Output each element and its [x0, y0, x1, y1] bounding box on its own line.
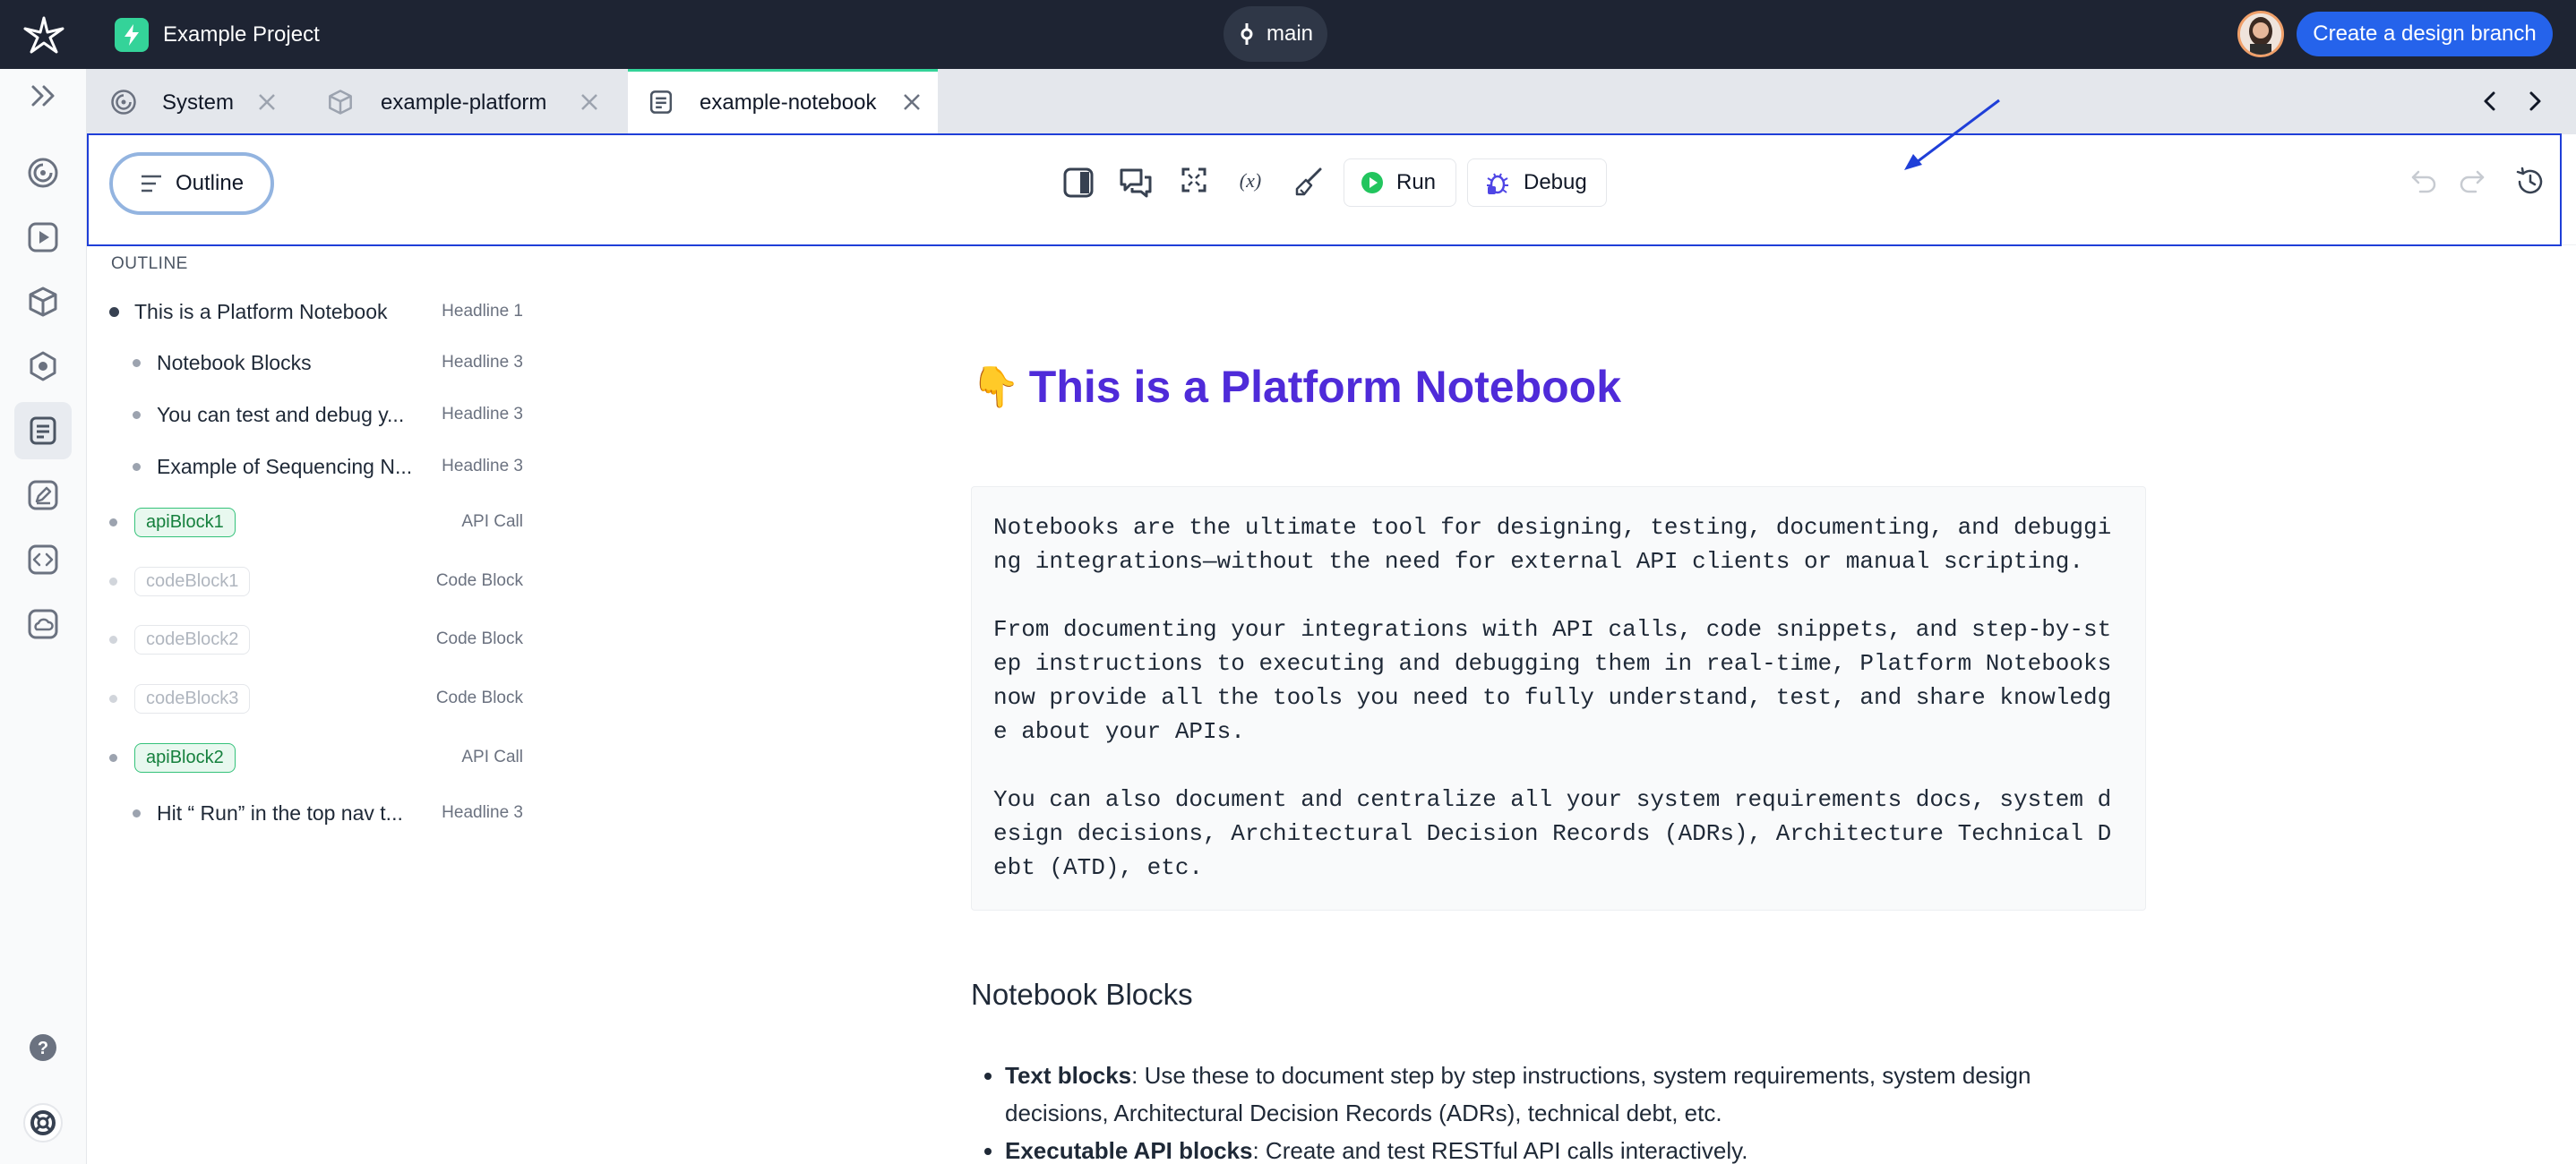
code-square-icon — [28, 544, 58, 575]
create-design-branch-button[interactable]: Create a design branch — [2297, 12, 2553, 56]
tab-system[interactable]: System — [87, 69, 311, 134]
tab-example-notebook[interactable]: example-notebook — [628, 69, 938, 134]
cube-icon — [29, 287, 57, 317]
clear-brush-icon[interactable] — [1293, 167, 1324, 197]
block-tag: codeBlock2 — [134, 624, 251, 655]
list-item: Text blocks: Use these to document step … — [1005, 1057, 2116, 1132]
branch-selector[interactable]: main — [1224, 6, 1327, 62]
fullscreen-icon[interactable] — [1181, 167, 1207, 193]
tab-example-platform[interactable]: example-platform — [323, 69, 610, 134]
help-button[interactable]: ? — [29, 1033, 57, 1066]
blocks-list: Text blocks: Use these to document step … — [1005, 1057, 2116, 1164]
paragraph: From documenting your integrations with … — [993, 616, 2125, 745]
close-icon[interactable] — [902, 92, 922, 112]
pointing-down-emoji-icon: 👇 — [971, 365, 1020, 409]
user-avatar[interactable] — [2237, 11, 2284, 57]
rail-item-services[interactable] — [14, 338, 72, 395]
block-tag: apiBlock2 — [134, 742, 236, 773]
variables-icon[interactable]: (x) — [1234, 167, 1267, 195]
rail-item-notebooks[interactable] — [14, 402, 72, 459]
tab-label: example-platform — [381, 90, 547, 115]
paragraph: Notebooks are the ultimate tool for desi… — [993, 514, 2112, 575]
outline-label: Outline — [176, 171, 245, 195]
notebook-icon — [649, 90, 673, 114]
outline-toggle-button[interactable]: Outline — [109, 152, 274, 215]
tab-label: example-notebook — [700, 90, 877, 115]
block-tag: codeBlock3 — [134, 683, 251, 714]
debug-button[interactable]: Debug — [1467, 158, 1607, 207]
outline-item[interactable]: Example of Sequencing N... Headline 3 — [107, 449, 537, 484]
redo-icon[interactable] — [2458, 167, 2486, 195]
section-heading[interactable]: Notebook Blocks — [971, 978, 1193, 1012]
close-icon[interactable] — [580, 92, 599, 112]
annotation-arrow-icon — [1904, 98, 2000, 170]
cloud-square-icon — [28, 609, 58, 639]
run-button[interactable]: Run — [1344, 158, 1456, 207]
project-name: Example Project — [163, 21, 320, 47]
block-tag: apiBlock1 — [134, 507, 236, 537]
rail-item-runs[interactable] — [14, 209, 72, 266]
project-switcher[interactable]: Example Project — [115, 17, 320, 52]
outline-item[interactable]: You can test and debug y... Headline 3 — [107, 397, 537, 432]
outline-heading: OUTLINE — [111, 254, 188, 273]
history-icon[interactable] — [2515, 167, 2546, 197]
radar-icon — [28, 158, 58, 188]
block-tag: codeBlock1 — [134, 566, 251, 596]
svg-text:?: ? — [38, 1039, 48, 1058]
tab-bar: System example-platform example-notebook — [87, 69, 2576, 134]
double-chevron-right-icon — [31, 85, 55, 107]
outline-item[interactable]: codeBlock2 Code Block — [107, 621, 537, 657]
close-icon[interactable] — [257, 92, 277, 112]
app-logo[interactable] — [0, 0, 88, 69]
left-rail — [0, 69, 87, 1164]
bolt-icon — [115, 17, 149, 52]
rail-item-components[interactable] — [14, 273, 72, 330]
svg-text:(x): (x) — [1240, 169, 1261, 192]
tab-scroll-right-icon[interactable] — [2523, 89, 2546, 114]
notebook-title[interactable]: 👇 This is a Platform Notebook — [971, 361, 1621, 413]
comments-icon[interactable] — [1118, 167, 1154, 199]
intro-text-block[interactable]: Notebooks are the ultimate tool for desi… — [971, 486, 2146, 911]
outline-item[interactable]: codeBlock1 Code Block — [107, 563, 537, 599]
branch-commit-icon — [1241, 23, 1253, 45]
branch-name: main — [1266, 21, 1314, 46]
expand-sidebar-button[interactable] — [14, 67, 72, 124]
tab-label: System — [162, 90, 235, 115]
rail-item-system[interactable] — [14, 144, 72, 201]
tab-scroll-left-icon[interactable] — [2478, 89, 2502, 114]
split-panel-icon[interactable] — [1062, 167, 1095, 199]
lifebuoy-icon — [23, 1103, 63, 1143]
outline-item[interactable]: This is a Platform Notebook Headline 1 — [107, 294, 537, 330]
star-logo-icon — [23, 16, 64, 53]
hexagon-icon — [30, 351, 56, 381]
outline-item[interactable]: Notebook Blocks Headline 3 — [107, 345, 537, 381]
notebook-icon — [30, 416, 56, 445]
play-square-icon — [28, 222, 58, 252]
help-circle-icon: ? — [30, 1034, 56, 1061]
outline-item[interactable]: Hit “ Run” in the top nav t... Headline … — [107, 795, 537, 831]
support-button[interactable] — [21, 1101, 64, 1149]
cube-icon — [329, 90, 352, 115]
notebook-title-text: This is a Platform Notebook — [1028, 362, 1622, 412]
paragraph: You can also document and centralize all… — [993, 786, 2112, 881]
rail-item-code[interactable] — [14, 531, 72, 588]
run-label: Run — [1396, 170, 1437, 194]
pen-square-icon — [28, 480, 58, 510]
radar-icon — [111, 90, 136, 115]
rail-item-design[interactable] — [14, 466, 72, 524]
top-bar: Example Project main Create a design bra… — [0, 0, 2576, 69]
bug-icon — [1487, 173, 1508, 194]
notebook-toolbar — [87, 134, 2576, 245]
undo-icon[interactable] — [2409, 167, 2438, 195]
outline-item[interactable]: apiBlock1 API Call — [107, 504, 537, 540]
debug-label: Debug — [1524, 170, 1587, 194]
play-circle-icon — [1361, 172, 1383, 193]
rail-item-cloud[interactable] — [14, 595, 72, 653]
outline-item[interactable]: codeBlock3 Code Block — [107, 680, 537, 716]
list-item: Executable API blocks: Create and test R… — [1005, 1132, 2116, 1164]
outline-lines-icon — [142, 175, 161, 193]
outline-item[interactable]: apiBlock2 API Call — [107, 740, 537, 775]
